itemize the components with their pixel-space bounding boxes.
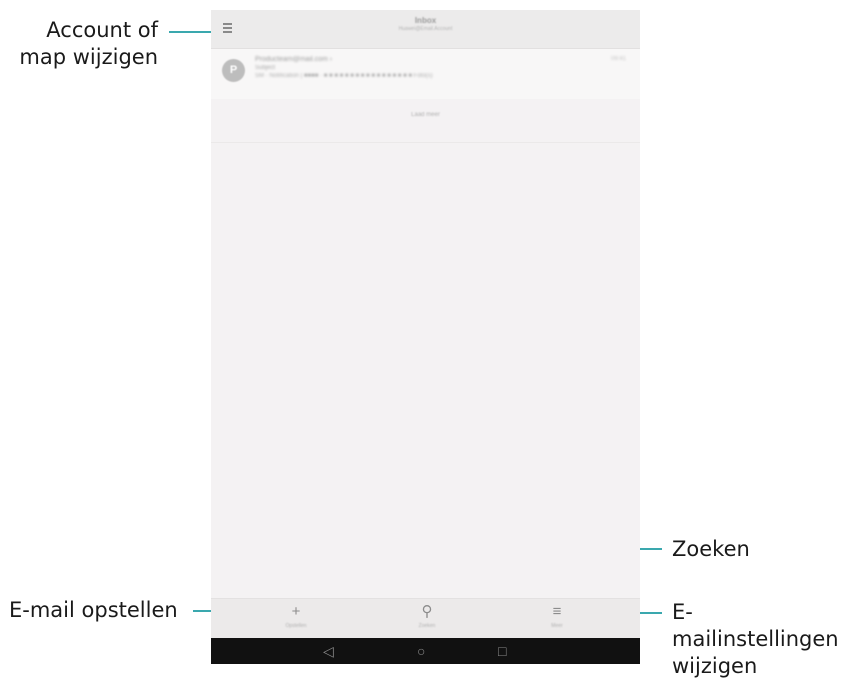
- android-nav-bar: ◁ ○ □: [211, 638, 640, 664]
- callout-account-label: Account of map wijzigen: [0, 17, 158, 71]
- callout-settings-label: E-mailinstellingen wijzigen: [672, 599, 851, 680]
- email-app-screen: Inbox Huawei@Email.Account P Producteam@…: [211, 10, 640, 664]
- bottom-toolbar: + Opstellen ⚲ Zoeken ≡ Meer: [211, 598, 640, 638]
- title-bar: Inbox Huawei@Email.Account: [211, 10, 640, 49]
- message-list-item[interactable]: P Producteam@mail.com › Subject SM · Not…: [211, 49, 640, 99]
- search-label: Zoeken: [418, 623, 436, 629]
- back-icon[interactable]: ◁: [323, 643, 334, 659]
- recent-apps-icon[interactable]: □: [498, 643, 506, 659]
- more-menu-icon: ≡: [552, 603, 562, 620]
- search-icon: ⚲: [421, 603, 433, 620]
- compose-button[interactable]: + Opstellen: [266, 603, 326, 629]
- list-divider: [211, 142, 640, 143]
- search-button[interactable]: ⚲ Zoeken: [397, 603, 457, 629]
- compose-label: Opstellen: [285, 623, 307, 629]
- message-sender: Producteam@mail.com ›: [255, 56, 333, 63]
- callout-search-label: Zoeken: [672, 537, 750, 561]
- callout-settings-line1: E-mailinstellingen: [672, 600, 839, 651]
- compose-icon: +: [291, 603, 301, 620]
- inbox-title: Inbox: [414, 16, 437, 25]
- message-time: 09:41: [610, 56, 626, 62]
- callout-compose-label: E-mail opstellen: [9, 598, 178, 622]
- message-subject: Subject: [255, 65, 276, 71]
- callout-settings-line2: wijzigen: [672, 654, 758, 678]
- callout-account-line1: Account of: [46, 18, 158, 42]
- account-subtitle: Huawei@Email.Account: [398, 26, 453, 32]
- sender-avatar: P: [222, 59, 245, 82]
- home-icon[interactable]: ○: [417, 643, 425, 659]
- more-button[interactable]: ≡ Meer: [527, 603, 587, 629]
- title-block: Inbox Huawei@Email.Account: [211, 16, 640, 32]
- message-preview: SM · Notification | ■■■■ · ■ ■ ■ ■ ■ ■ ■…: [255, 73, 433, 79]
- load-more-link[interactable]: Laad meer: [211, 112, 640, 118]
- callout-account-line2: map wijzigen: [19, 45, 158, 69]
- more-label: Meer: [551, 623, 563, 629]
